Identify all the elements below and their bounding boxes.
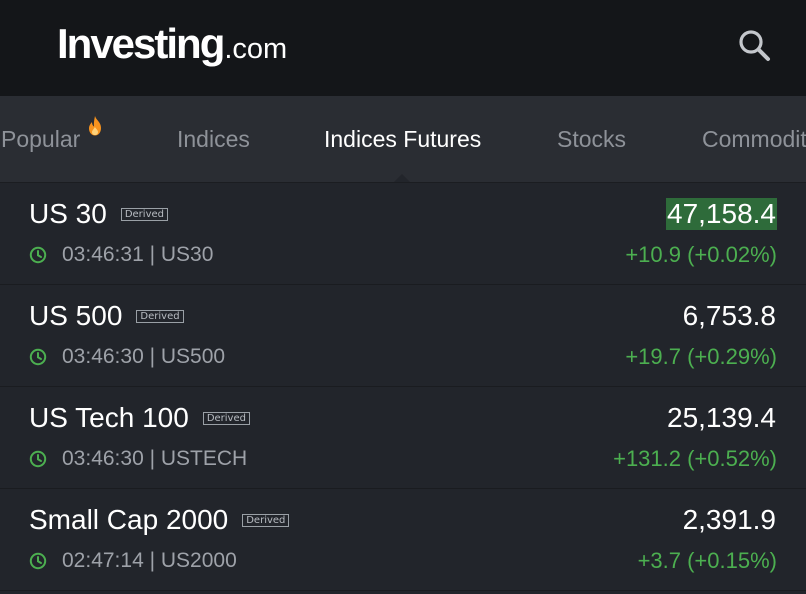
last-price: 2,391.9 xyxy=(682,504,776,535)
tab-stocks-label: Stocks xyxy=(557,126,627,152)
active-tab-indicator xyxy=(394,174,410,182)
fire-icon xyxy=(89,116,101,136)
clock-icon xyxy=(29,246,47,264)
derived-badge: Derived xyxy=(136,309,184,323)
tab-indices-label: Indices xyxy=(177,126,250,152)
derived-badge: Derived xyxy=(120,207,168,221)
tab-commodities[interactable]: Commodit xyxy=(702,96,806,182)
clock-icon xyxy=(29,348,47,366)
instrument-name: US 30 xyxy=(29,198,107,229)
clock-icon xyxy=(29,450,47,468)
instrument-meta: 03:46:30 | USTECH xyxy=(29,447,247,471)
instrument-name: US Tech 100 xyxy=(29,402,189,433)
instrument-name: US 500 xyxy=(29,300,123,331)
table-row[interactable]: US Tech 100 Derived 03:46:30 | USTECH 25… xyxy=(0,387,806,489)
logo-tld-text: .com xyxy=(224,33,288,65)
tab-indices-futures-label: Indices Futures xyxy=(324,126,482,152)
instrument-name-wrap: US Tech 100 Derived xyxy=(29,402,250,434)
table-row[interactable]: Small Cap 2000 Derived 02:47:14 | US2000… xyxy=(0,489,806,591)
instrument-meta: 03:46:31 | US30 xyxy=(29,243,213,267)
last-price: 25,139.4 xyxy=(667,402,776,433)
clock-icon xyxy=(29,552,47,570)
instrument-meta: 03:46:30 | US500 xyxy=(29,345,225,369)
last-price: 6,753.8 xyxy=(682,300,776,331)
tab-stocks[interactable]: Stocks xyxy=(557,96,626,182)
tab-popular-label: Popular xyxy=(1,126,81,152)
investing-logo[interactable]: Investing .com xyxy=(57,20,287,68)
derived-badge: Derived xyxy=(202,411,250,425)
price-change: +19.7 (+0.29%) xyxy=(625,344,777,369)
time-symbol-text: 03:46:30 | USTECH xyxy=(62,447,248,470)
app-header: Investing .com xyxy=(0,0,806,96)
search-button[interactable] xyxy=(735,26,775,66)
tab-commodities-label: Commodit xyxy=(702,126,806,152)
table-row[interactable]: US 500 Derived 03:46:30 | US500 6,753.8 … xyxy=(0,285,806,387)
instrument-meta: 02:47:14 | US2000 xyxy=(29,549,237,573)
instrument-name-wrap: US 500 Derived xyxy=(29,300,184,332)
time-symbol-text: 02:47:14 | US2000 xyxy=(62,549,237,572)
search-icon xyxy=(739,30,770,61)
time-symbol-text: 03:46:31 | US30 xyxy=(62,243,214,266)
instrument-name: Small Cap 2000 xyxy=(29,504,229,535)
quotes-list: US 30 Derived 03:46:31 | US30 47,158.4 +… xyxy=(0,183,806,591)
derived-badge: Derived xyxy=(242,513,290,527)
table-row[interactable]: US 30 Derived 03:46:31 | US30 47,158.4 +… xyxy=(0,183,806,285)
time-symbol-text: 03:46:30 | US500 xyxy=(62,345,226,368)
price-change: +3.7 (+0.15%) xyxy=(637,548,777,573)
price-change: +131.2 (+0.52%) xyxy=(613,446,777,471)
logo-main-text: Investing xyxy=(57,20,225,67)
category-tabs: Popular Indices Indices Futures Stocks C… xyxy=(0,96,806,183)
instrument-name-wrap: US 30 Derived xyxy=(29,198,168,230)
instrument-name-wrap: Small Cap 2000 Derived xyxy=(29,504,290,536)
tab-popular[interactable]: Popular xyxy=(1,96,80,182)
price-change: +10.9 (+0.02%) xyxy=(625,242,777,267)
last-price: 47,158.4 xyxy=(666,198,777,230)
tab-indices-futures[interactable]: Indices Futures xyxy=(324,96,481,182)
tab-indices[interactable]: Indices xyxy=(177,96,250,182)
